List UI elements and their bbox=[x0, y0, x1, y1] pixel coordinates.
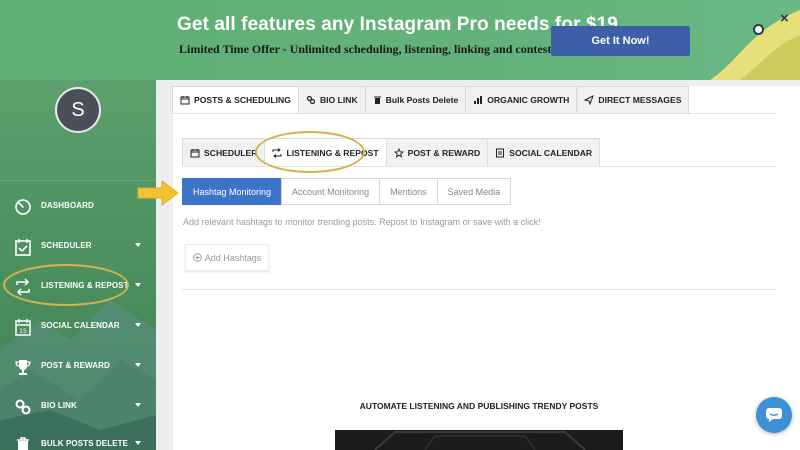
tab-label: ORGANIC GROWTH bbox=[487, 95, 570, 105]
calendar-icon bbox=[496, 148, 505, 157]
tab-posts-scheduling[interactable]: POSTS & SCHEDULING bbox=[172, 86, 298, 114]
calendar-icon bbox=[180, 96, 190, 105]
tab-listening-repost[interactable]: LISTENING & REPOST bbox=[264, 138, 386, 167]
tab-bio-link[interactable]: BIO LINK bbox=[297, 86, 365, 114]
chat-icon bbox=[766, 408, 782, 422]
banner-indicator-dot bbox=[753, 24, 764, 35]
star-icon bbox=[393, 147, 404, 158]
sidebar-item-bio-link[interactable]: BIO LINK bbox=[0, 387, 156, 427]
chat-widget-button[interactable] bbox=[756, 397, 792, 433]
help-text: Add relevant hashtags to monitor trendin… bbox=[183, 217, 541, 227]
subtabs-divider bbox=[182, 166, 776, 167]
tab-label: POST & REWARD bbox=[407, 147, 481, 158]
get-it-now-button[interactable]: Get It Now! bbox=[551, 26, 690, 56]
monitor-tabs: Hashtag Monitoring Account Monitoring Me… bbox=[182, 178, 512, 205]
sidebar-item-scheduler[interactable]: SCHEDULER bbox=[0, 227, 156, 267]
repost-icon bbox=[272, 147, 282, 158]
gauge-icon bbox=[15, 199, 31, 215]
plus-circle-icon bbox=[192, 253, 202, 262]
close-banner-icon[interactable]: × bbox=[780, 10, 789, 27]
sidebar-item-dashboard[interactable]: DASHBOARD bbox=[0, 187, 156, 227]
tab-post-reward[interactable]: POST & REWARD bbox=[385, 138, 488, 167]
chevron-down-icon[interactable] bbox=[135, 283, 141, 287]
repost-icon bbox=[16, 278, 30, 296]
link-icon bbox=[306, 95, 316, 105]
tab-label: POSTS & SCHEDULING bbox=[194, 95, 291, 105]
sidebar-item-label: SOCIAL CALENDAR bbox=[41, 321, 120, 330]
sidebar-divider bbox=[0, 180, 156, 181]
trophy-icon bbox=[15, 360, 31, 375]
video-frame bbox=[335, 430, 623, 450]
add-hashtags-label: Add Hashtags bbox=[204, 252, 262, 263]
tab-label: BIO LINK bbox=[319, 95, 358, 105]
sidebar-item-label: SCHEDULER bbox=[41, 241, 92, 250]
sidebar-item-bulk-posts-delete[interactable]: BULK POSTS DELETE bbox=[0, 425, 156, 450]
video-player[interactable] bbox=[335, 430, 623, 450]
sidebar-item-listening-repost[interactable]: LISTENING & REPOST bbox=[0, 267, 156, 307]
tab-label: Bulk Posts Delete bbox=[385, 95, 459, 105]
sidebar-item-label: POST & REWARD bbox=[41, 361, 110, 370]
tab-scheduler[interactable]: SCHEDULER bbox=[182, 138, 265, 167]
sidebar-item-post-reward[interactable]: POST & REWARD bbox=[0, 347, 156, 387]
sidebar-item-label: BIO LINK bbox=[41, 401, 77, 410]
banner-subtitle: Limited Time Offer - Unlimited schedulin… bbox=[179, 42, 557, 56]
section-title: AUTOMATE LISTENING AND PUBLISHING TRENDY… bbox=[359, 401, 599, 411]
tab-label: DIRECT MESSAGES bbox=[598, 95, 682, 105]
tab-label: SCHEDULER bbox=[204, 147, 258, 158]
chevron-down-icon[interactable] bbox=[135, 323, 141, 327]
send-icon bbox=[584, 95, 595, 105]
tab-mentions[interactable]: Mentions bbox=[379, 178, 437, 205]
promo-banner: Get all features any Instagram Pro needs… bbox=[0, 0, 800, 80]
chevron-down-icon[interactable] bbox=[135, 403, 141, 407]
tab-hashtag-monitoring[interactable]: Hashtag Monitoring bbox=[182, 178, 282, 205]
chevron-down-icon[interactable] bbox=[135, 441, 141, 445]
calendar-15-icon: 15 bbox=[15, 319, 31, 336]
tab-social-calendar[interactable]: SOCIAL CALENDAR bbox=[487, 138, 601, 167]
pointer-arrow-icon bbox=[137, 180, 179, 206]
sidebar-item-social-calendar[interactable]: 15 SOCIAL CALENDAR bbox=[0, 307, 156, 347]
main-tabs: POSTS & SCHEDULING BIO LINK Bulk Posts D… bbox=[172, 86, 690, 114]
chevron-down-icon[interactable] bbox=[135, 243, 141, 247]
content-divider bbox=[182, 289, 776, 290]
calendar-check-icon bbox=[15, 239, 31, 256]
link-icon bbox=[15, 399, 31, 415]
tabs-divider bbox=[172, 113, 776, 114]
sidebar-item-label: DASHBOARD bbox=[41, 201, 94, 210]
tab-direct-messages[interactable]: DIRECT MESSAGES bbox=[576, 86, 690, 114]
sub-tabs: SCHEDULER LISTENING & REPOST POST & REWA… bbox=[182, 138, 601, 167]
sidebar-item-label: LISTENING & REPOST bbox=[41, 281, 129, 290]
tab-bulk-posts-delete[interactable]: Bulk Posts Delete bbox=[364, 86, 466, 114]
tab-label: SOCIAL CALENDAR bbox=[509, 147, 593, 158]
tab-label: LISTENING & REPOST bbox=[286, 147, 379, 158]
sidebar-item-label: BULK POSTS DELETE bbox=[41, 439, 129, 448]
avatar[interactable]: S bbox=[55, 87, 101, 133]
tab-organic-growth[interactable]: ORGANIC GROWTH bbox=[465, 86, 577, 114]
chevron-down-icon[interactable] bbox=[135, 363, 141, 367]
trash-icon bbox=[373, 96, 381, 104]
tab-saved-media[interactable]: Saved Media bbox=[436, 178, 512, 205]
add-hashtags-button[interactable]: Add Hashtags bbox=[185, 244, 269, 271]
bar-chart-icon bbox=[474, 96, 483, 104]
tab-account-monitoring[interactable]: Account Monitoring bbox=[281, 178, 380, 205]
calendar-day-text: 15 bbox=[19, 328, 27, 335]
sidebar: S DASHBOARD SCHEDULER LISTENING & REPOST… bbox=[0, 80, 156, 450]
trash-icon bbox=[17, 437, 29, 450]
calendar-icon bbox=[190, 148, 200, 157]
